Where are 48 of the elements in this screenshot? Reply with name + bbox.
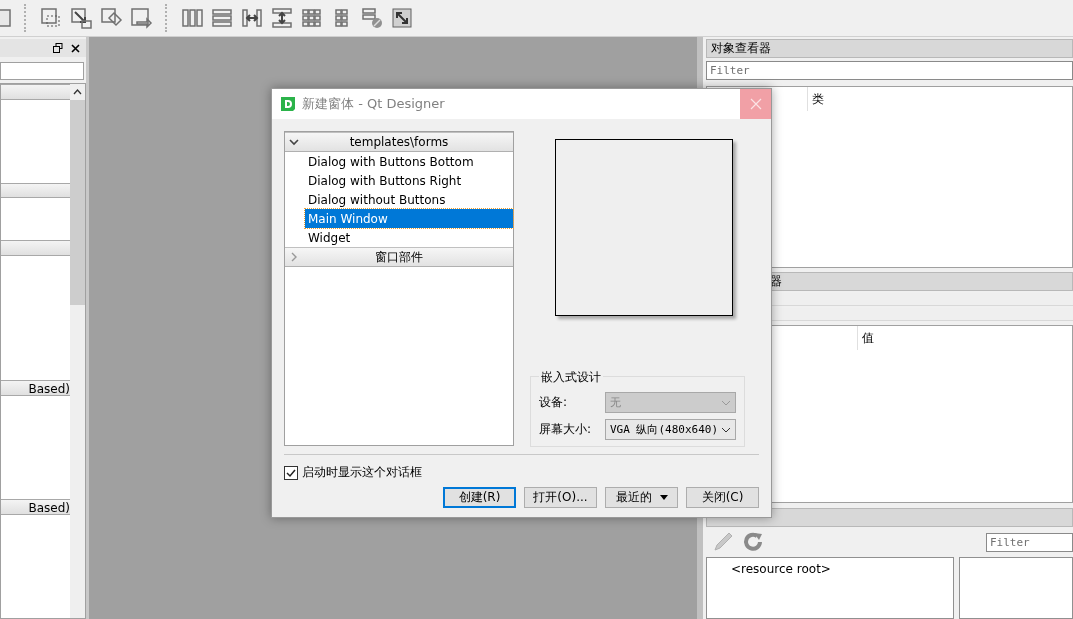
group-title: 嵌入式设计 bbox=[539, 369, 603, 386]
columns-icon[interactable] bbox=[180, 6, 204, 30]
template-item[interactable]: Main Window bbox=[305, 209, 513, 228]
tree-group-header[interactable]: templates\forms bbox=[285, 132, 513, 152]
field-label: 屏幕大小: bbox=[539, 421, 593, 438]
arrow-window-icon[interactable] bbox=[69, 6, 93, 30]
rows-icon[interactable] bbox=[210, 6, 234, 30]
column-header[interactable]: 值 bbox=[862, 329, 874, 347]
close-button[interactable] bbox=[740, 89, 771, 119]
panel-title: 对象查看器 bbox=[711, 40, 771, 57]
horizontal-arrows-icon[interactable] bbox=[240, 6, 264, 30]
chevron-down-icon[interactable] bbox=[289, 137, 299, 147]
close-icon[interactable] bbox=[71, 43, 80, 53]
vertical-arrows-icon[interactable] bbox=[270, 6, 294, 30]
checkbox[interactable] bbox=[284, 465, 298, 480]
scrollbar[interactable] bbox=[70, 84, 85, 618]
window-icon[interactable] bbox=[0, 7, 12, 29]
combo-box[interactable]: VGA 纵向(480x640) bbox=[605, 419, 736, 440]
filter-field[interactable] bbox=[0, 62, 84, 80]
app-logo-icon bbox=[280, 96, 296, 112]
dialog-title: 新建窗体 - Qt Designer bbox=[302, 95, 445, 113]
template-item[interactable]: Dialog with Buttons Bottom bbox=[305, 152, 513, 171]
dotted-square-icon[interactable] bbox=[39, 6, 63, 30]
tree-group-header[interactable]: 窗口部件 bbox=[285, 247, 513, 267]
dialog-button[interactable]: 打开(O)... bbox=[524, 487, 597, 508]
float-icon[interactable] bbox=[53, 43, 63, 53]
template-item[interactable]: Dialog without Buttons bbox=[305, 190, 513, 209]
category-header[interactable] bbox=[1, 240, 70, 256]
dialog-button[interactable]: 关闭(C) bbox=[686, 487, 759, 508]
panel-title: 器 bbox=[770, 273, 782, 290]
template-item[interactable]: Widget bbox=[305, 228, 513, 247]
grid-icon[interactable] bbox=[300, 6, 324, 30]
menu-button[interactable]: 最近的 bbox=[605, 487, 678, 508]
tree-item[interactable]: <resource root> bbox=[731, 562, 831, 576]
chevron-down-icon[interactable] bbox=[721, 426, 731, 433]
chevron-right-icon[interactable] bbox=[289, 252, 299, 262]
refresh-icon[interactable] bbox=[742, 531, 764, 553]
filter-field[interactable]: Filter bbox=[706, 61, 1073, 80]
template-item[interactable]: Dialog with Buttons Right bbox=[305, 171, 513, 190]
column-header[interactable]: 类 bbox=[812, 90, 824, 108]
pencil-icon[interactable] bbox=[712, 531, 734, 553]
filter-field[interactable]: Filter bbox=[986, 532, 1073, 552]
no-entry-icon[interactable] bbox=[360, 6, 384, 30]
dialog-button[interactable]: 创建(R) bbox=[443, 487, 516, 508]
checkbox-label: 启动时显示这个对话框 bbox=[302, 464, 422, 481]
dropdown-arrow-icon[interactable] bbox=[659, 495, 668, 500]
field-label: 设备: bbox=[539, 394, 569, 411]
category-header[interactable] bbox=[1, 182, 70, 199]
